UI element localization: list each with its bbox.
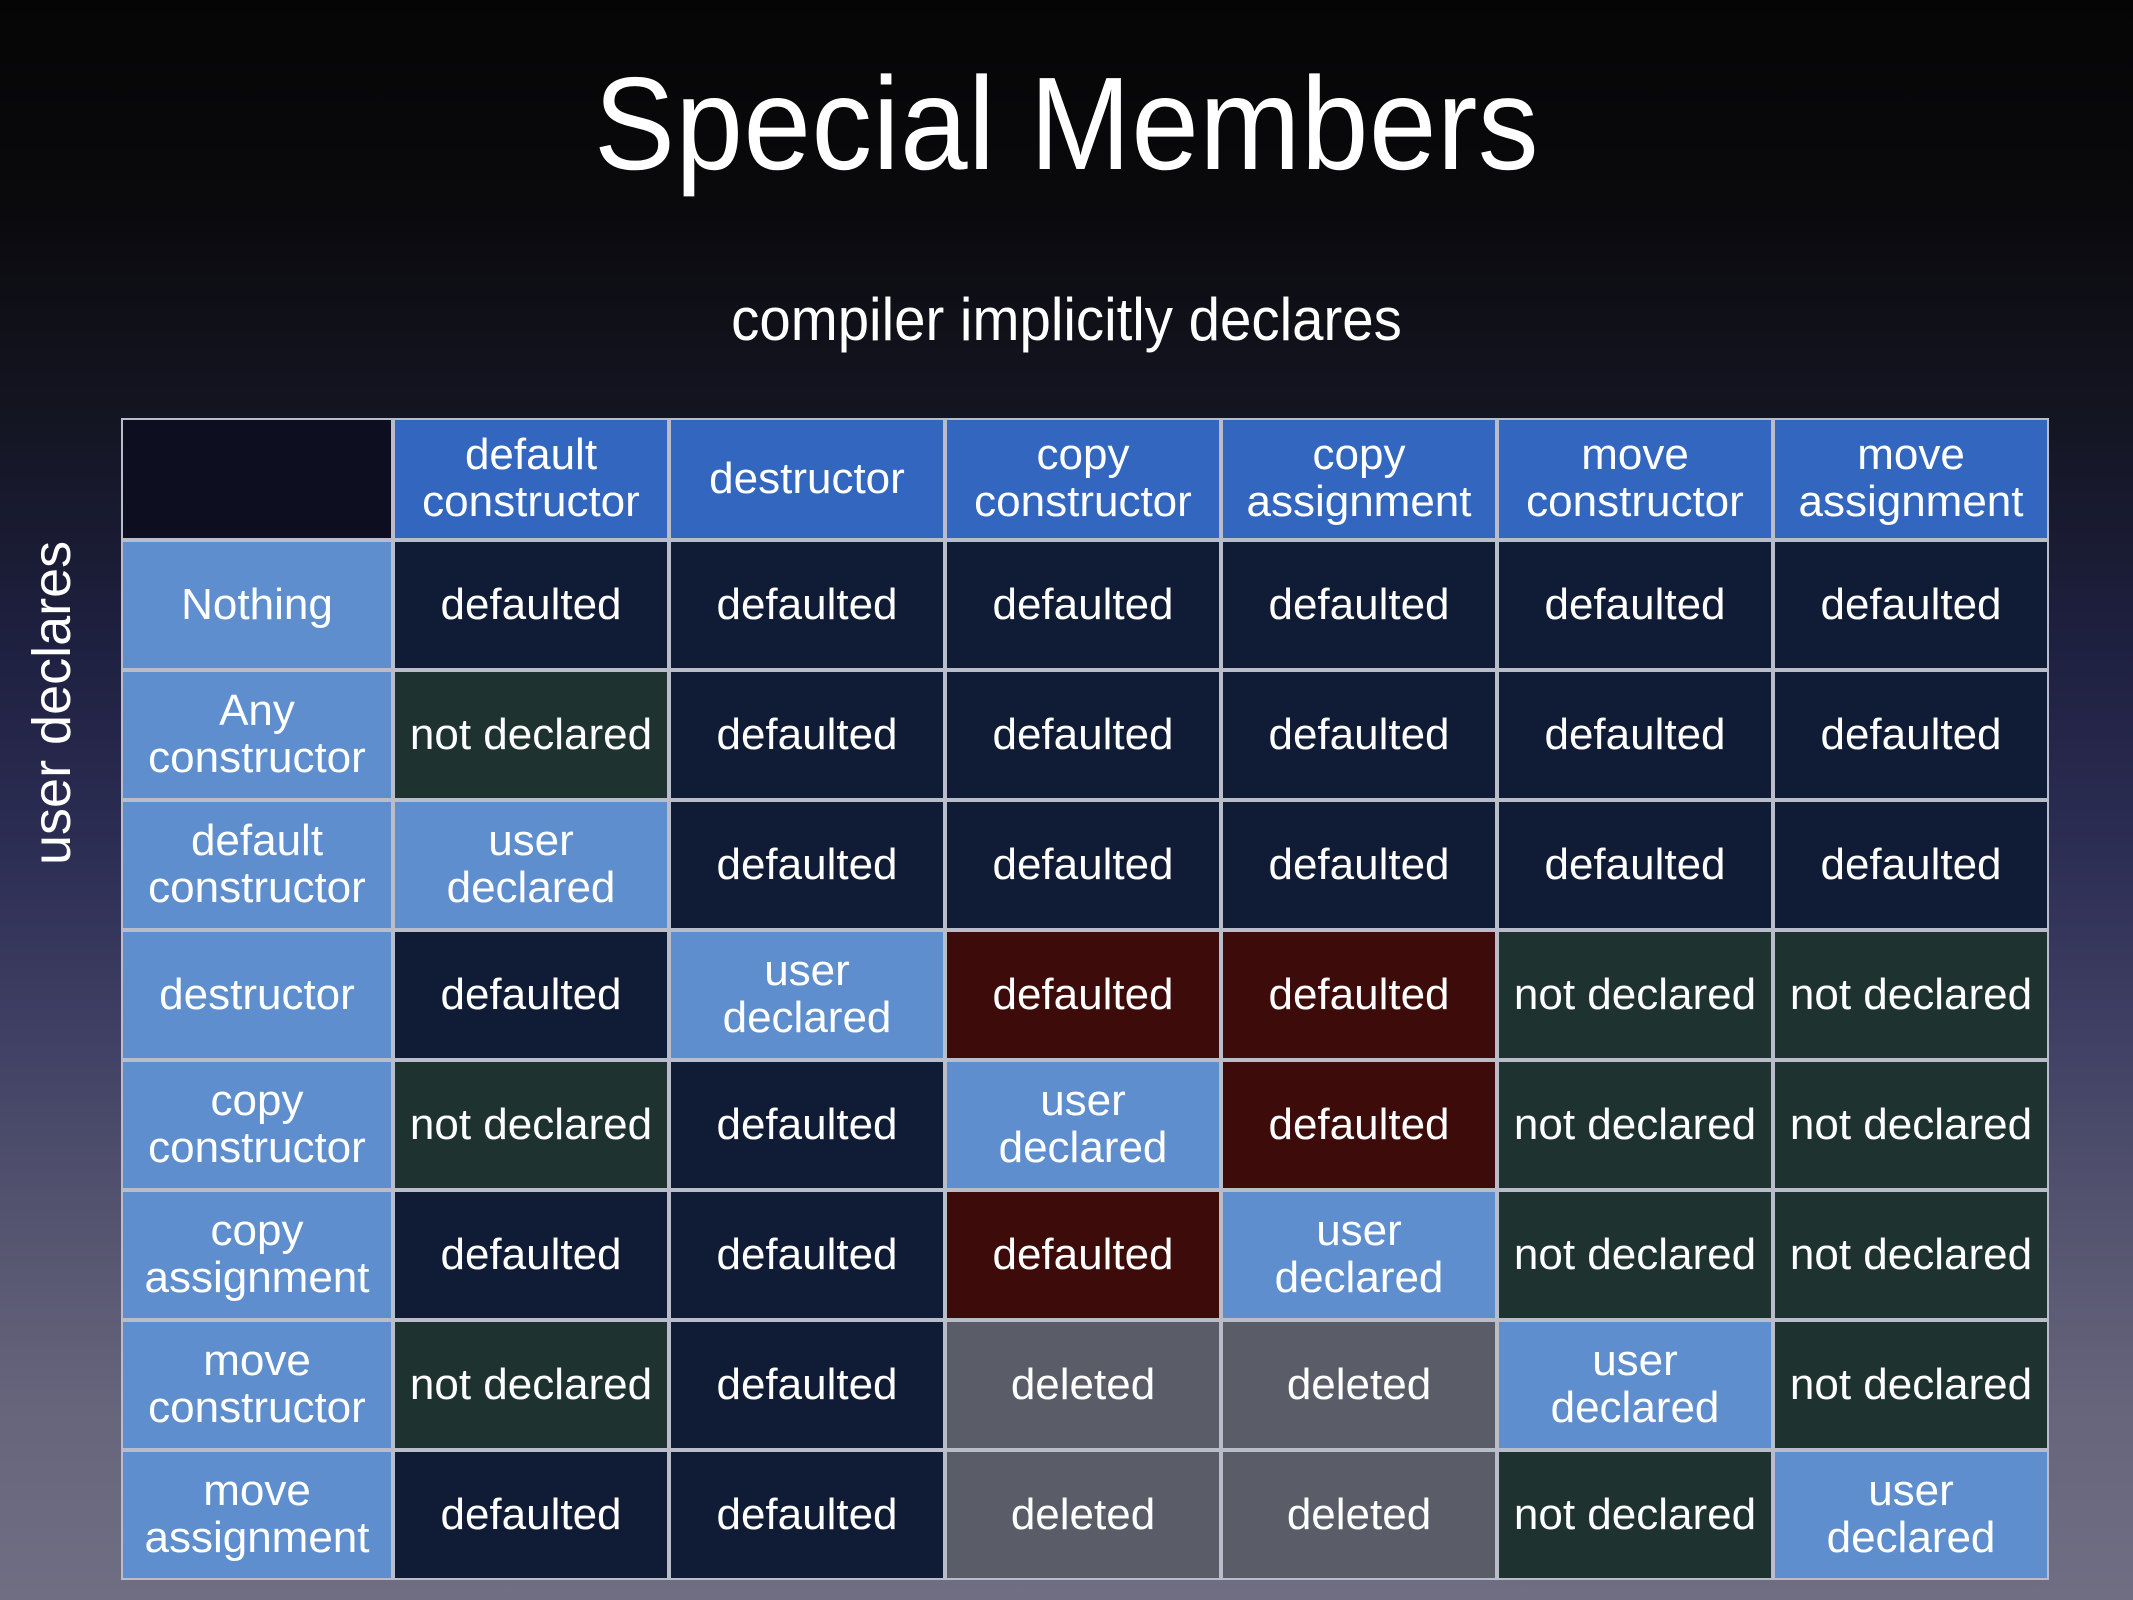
row-header-default-constructor: default constructor xyxy=(121,800,393,930)
special-members-matrix: default constructor destructor copy constr… xyxy=(121,418,2049,1580)
column-header-move-assignment: move assignment xyxy=(1773,418,2049,540)
matrix-cell-r3-c3: defaulted xyxy=(1221,930,1497,1060)
row-header-Nothing: Nothing xyxy=(121,540,393,670)
matrix-cell-r1-c0: not declared xyxy=(393,670,669,800)
row-header-Any-constructor: Any constructor xyxy=(121,670,393,800)
table-row: Any constructor not declared defaulted defa… xyxy=(121,670,2049,800)
matrix-cell-r4-c0: not declared xyxy=(393,1060,669,1190)
matrix-cell-r4-c3: defaulted xyxy=(1221,1060,1497,1190)
page-title: Special Members xyxy=(593,50,1540,197)
matrix-cell-r0-c5: defaulted xyxy=(1773,540,2049,670)
matrix-cell-r6-c5: not declared xyxy=(1773,1320,2049,1450)
matrix-cell-r7-c0: defaulted xyxy=(393,1450,669,1580)
matrix-cell-r7-c5: user declared xyxy=(1773,1450,2049,1580)
row-axis-label: user declares xyxy=(22,540,82,865)
table-row: copy assignment defaulted defaulted default… xyxy=(121,1190,2049,1320)
row-header-copy-assignment: copy assignment xyxy=(121,1190,393,1320)
matrix-cell-r0-c4: defaulted xyxy=(1497,540,1773,670)
row-header-move-assignment: move assignment xyxy=(121,1450,393,1580)
matrix-cell-r4-c5: not declared xyxy=(1773,1060,2049,1190)
column-header-copy-assignment: copy assignment xyxy=(1221,418,1497,540)
matrix-cell-r2-c2: defaulted xyxy=(945,800,1221,930)
matrix-cell-r7-c1: defaulted xyxy=(669,1450,945,1580)
matrix-cell-r3-c4: not declared xyxy=(1497,930,1773,1060)
matrix-cell-r1-c3: defaulted xyxy=(1221,670,1497,800)
matrix-cell-r4-c1: defaulted xyxy=(669,1060,945,1190)
matrix-cell-r2-c4: defaulted xyxy=(1497,800,1773,930)
matrix-cell-r1-c5: defaulted xyxy=(1773,670,2049,800)
matrix-cell-r3-c5: not declared xyxy=(1773,930,2049,1060)
matrix-cell-r0-c2: defaulted xyxy=(945,540,1221,670)
matrix-cell-r0-c1: defaulted xyxy=(669,540,945,670)
table-row: destructor defaulted user declared defaulte… xyxy=(121,930,2049,1060)
matrix-cell-r0-c0: defaulted xyxy=(393,540,669,670)
matrix-cell-r0-c3: defaulted xyxy=(1221,540,1497,670)
matrix-cell-r4-c4: not declared xyxy=(1497,1060,1773,1190)
table-row: move assignment defaulted defaulted deleted… xyxy=(121,1450,2049,1580)
matrix-cell-r5-c1: defaulted xyxy=(669,1190,945,1320)
matrix-cell-r1-c4: defaulted xyxy=(1497,670,1773,800)
column-header-move-constructor: move constructor xyxy=(1497,418,1773,540)
matrix-cell-r7-c2: deleted xyxy=(945,1450,1221,1580)
table-row: Nothing defaulted defaulted defaulted defaul… xyxy=(121,540,2049,670)
table-row: move constructor not declared defaulted del… xyxy=(121,1320,2049,1450)
matrix-cell-r1-c2: defaulted xyxy=(945,670,1221,800)
matrix-cell-r6-c0: not declared xyxy=(393,1320,669,1450)
matrix-cell-r5-c2: defaulted xyxy=(945,1190,1221,1320)
table-header-row: default constructor destructor copy constr… xyxy=(121,418,2049,540)
matrix-cell-r2-c0: user declared xyxy=(393,800,669,930)
matrix-cell-r3-c1: user declared xyxy=(669,930,945,1060)
column-header-destructor: destructor xyxy=(669,418,945,540)
column-header-copy-constructor: copy constructor xyxy=(945,418,1221,540)
matrix-cell-r5-c4: not declared xyxy=(1497,1190,1773,1320)
matrix-cell-r2-c3: defaulted xyxy=(1221,800,1497,930)
matrix-cell-r6-c1: defaulted xyxy=(669,1320,945,1450)
row-header-copy-constructor: copy constructor xyxy=(121,1060,393,1190)
row-header-move-constructor: move constructor xyxy=(121,1320,393,1450)
matrix-cell-r5-c5: not declared xyxy=(1773,1190,2049,1320)
matrix-cell-r6-c3: deleted xyxy=(1221,1320,1497,1450)
page-subtitle: compiler implicitly declares xyxy=(731,286,1402,353)
matrix-cell-r3-c0: defaulted xyxy=(393,930,669,1060)
matrix-cell-r7-c3: deleted xyxy=(1221,1450,1497,1580)
matrix-cell-r2-c1: defaulted xyxy=(669,800,945,930)
matrix-cell-r5-c0: defaulted xyxy=(393,1190,669,1320)
table-corner-cell xyxy=(121,418,393,540)
matrix-cell-r1-c1: defaulted xyxy=(669,670,945,800)
matrix-cell-r4-c2: user declared xyxy=(945,1060,1221,1190)
matrix-cell-r5-c3: user declared xyxy=(1221,1190,1497,1320)
row-header-destructor: destructor xyxy=(121,930,393,1060)
matrix-cell-r3-c2: defaulted xyxy=(945,930,1221,1060)
table-row: copy constructor not declared defaulted use… xyxy=(121,1060,2049,1190)
matrix-cell-r6-c4: user declared xyxy=(1497,1320,1773,1450)
column-header-default-constructor: default constructor xyxy=(393,418,669,540)
matrix-cell-r7-c4: not declared xyxy=(1497,1450,1773,1580)
matrix-cell-r6-c2: deleted xyxy=(945,1320,1221,1450)
table-row: default constructor user declared defaulte… xyxy=(121,800,2049,930)
matrix-cell-r2-c5: defaulted xyxy=(1773,800,2049,930)
